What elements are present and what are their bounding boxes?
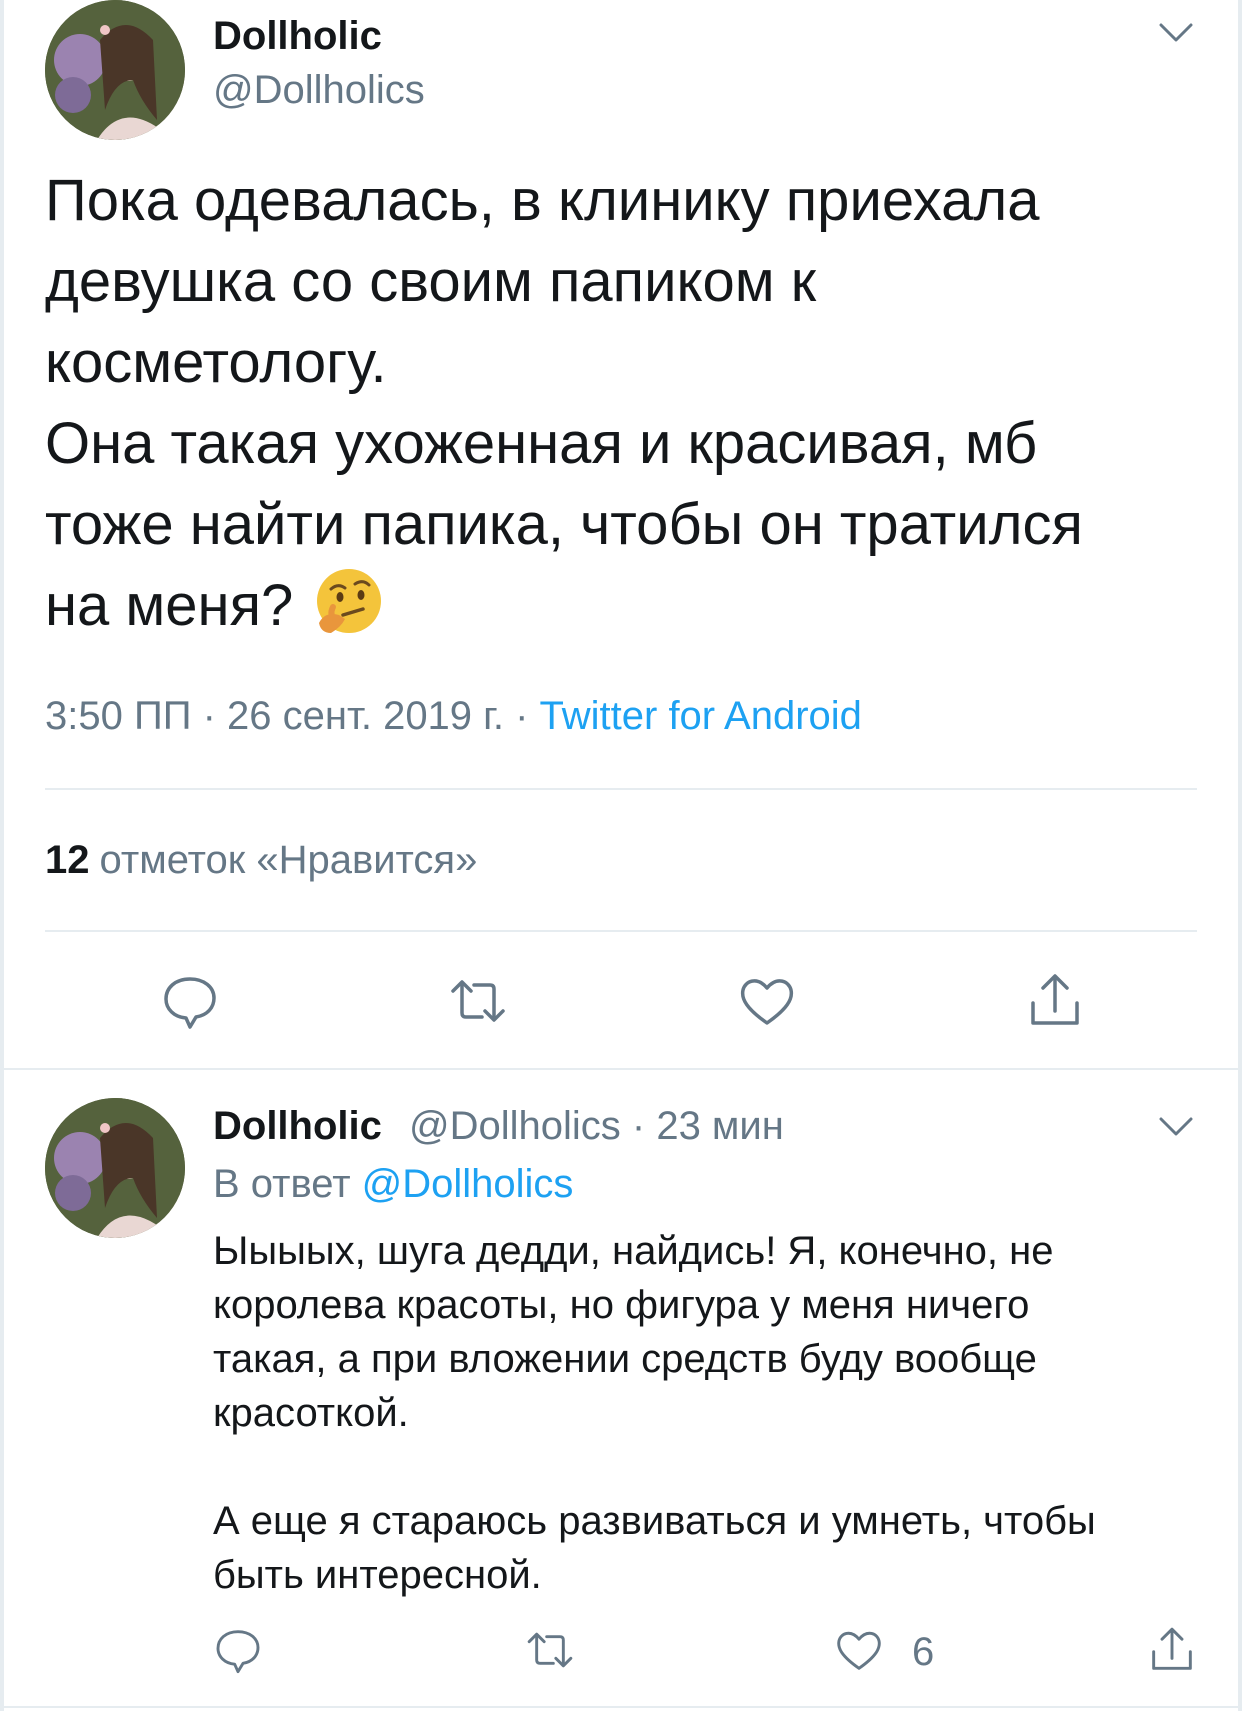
retweet-icon[interactable] xyxy=(448,971,508,1031)
reply-text: Ыыыых, шуга дедди, найдись! Я, конечно, … xyxy=(213,1224,1213,1602)
reply-text-line: такая, а при вложении средств буду вообщ… xyxy=(213,1337,1037,1381)
tweet-text-line: Пока одевалась, в клинику приехала xyxy=(45,168,1040,233)
reply-text-line: красоткой. xyxy=(213,1391,409,1435)
divider xyxy=(4,1068,1238,1070)
avatar[interactable] xyxy=(45,1098,185,1238)
reply-to-label: В ответ xyxy=(213,1162,362,1206)
tweet-text-line-last: на меня? xyxy=(45,565,1205,646)
reply-text-line: быть интересной. xyxy=(213,1553,542,1597)
tweet-text: Пока одевалась, в клинику приехала девуш… xyxy=(45,160,1205,646)
author-handle[interactable]: @Dollholics xyxy=(213,68,425,113)
reply-to: В ответ @Dollholics xyxy=(213,1162,573,1207)
divider xyxy=(45,930,1197,932)
right-border xyxy=(1238,0,1242,1711)
reply-text-line: Ыыыых, шуга дедди, найдись! Я, конечно, … xyxy=(213,1229,1054,1273)
chevron-down-icon[interactable] xyxy=(1159,22,1193,44)
avatar[interactable] xyxy=(45,0,185,140)
reply-author-name[interactable]: Dollholic xyxy=(213,1104,382,1149)
tweet-source-link[interactable]: Twitter for Android xyxy=(540,694,862,738)
thinking-face-icon xyxy=(311,567,383,639)
reply-icon[interactable] xyxy=(160,971,220,1031)
tweet-text-line: Она такая ухоженная и красивая, мб xyxy=(45,411,1038,476)
reply-text-line: королева красоты, но фигура у меня ничег… xyxy=(213,1283,1030,1327)
tweet-text-line: косметологу. xyxy=(45,330,387,395)
like-count: 6 xyxy=(912,1630,935,1674)
left-border xyxy=(0,0,4,1711)
tweet-meta: 3:50 ПП · 26 сент. 2019 г. · Twitter for… xyxy=(45,694,862,739)
tweet-text-line: на меня? xyxy=(45,573,294,638)
likes-label: отметок «Нравится» xyxy=(99,838,478,882)
retweet-icon[interactable] xyxy=(525,1625,575,1675)
like-icon[interactable] xyxy=(737,971,797,1031)
tweet-text-line: девушка со своим папиком к xyxy=(45,249,817,314)
author-name[interactable]: Dollholic xyxy=(213,14,382,59)
reply-to-mention[interactable]: @Dollholics xyxy=(362,1162,574,1206)
likes-count: 12 xyxy=(45,838,90,882)
divider xyxy=(4,1706,1238,1708)
reply-text-line: А еще я стараюсь развиваться и умнеть, ч… xyxy=(213,1499,1096,1543)
share-icon[interactable] xyxy=(1147,1625,1197,1675)
divider xyxy=(45,788,1197,790)
reply-icon[interactable] xyxy=(213,1625,263,1675)
likes-summary[interactable]: 12 отметок «Нравится» xyxy=(45,838,477,883)
chevron-down-icon[interactable] xyxy=(1159,1116,1193,1138)
reply-author-handle[interactable]: @Dollholics · 23 мин xyxy=(409,1104,784,1149)
tweet-text-line: тоже найти папика, чтобы он тратился xyxy=(45,492,1083,557)
share-icon[interactable] xyxy=(1025,971,1085,1031)
like-icon[interactable] xyxy=(834,1625,884,1675)
tweet-timestamp: 3:50 ПП · 26 сент. 2019 г. · xyxy=(45,694,540,738)
